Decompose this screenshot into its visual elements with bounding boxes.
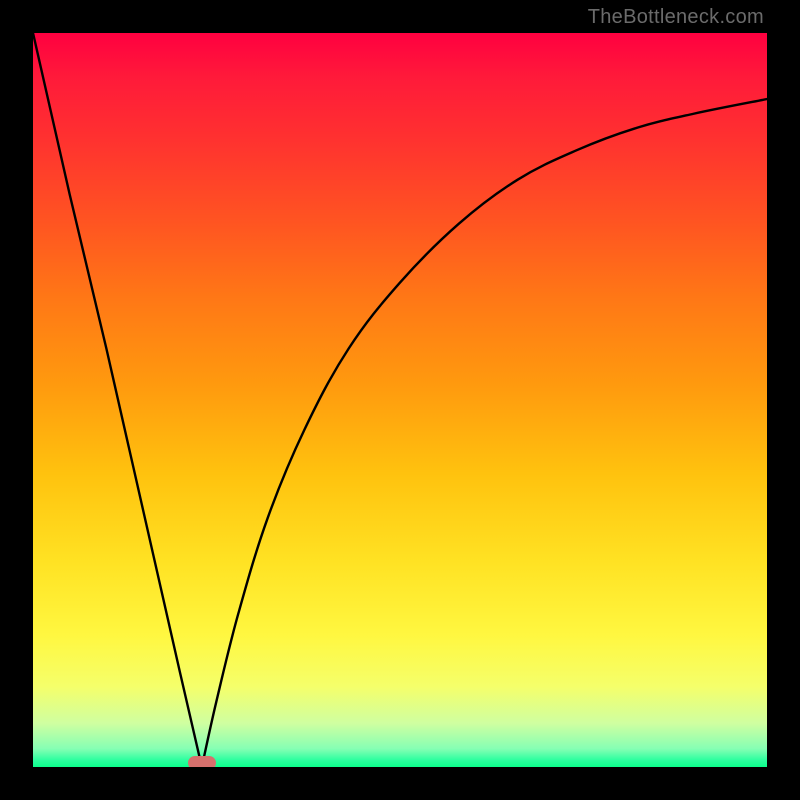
curve-layer: [33, 33, 767, 767]
bottleneck-curve: [33, 33, 767, 767]
minimum-marker: [188, 756, 216, 767]
watermark-text: TheBottleneck.com: [588, 6, 764, 29]
plot-area: [33, 33, 767, 767]
chart-frame: TheBottleneck.com: [0, 0, 800, 800]
